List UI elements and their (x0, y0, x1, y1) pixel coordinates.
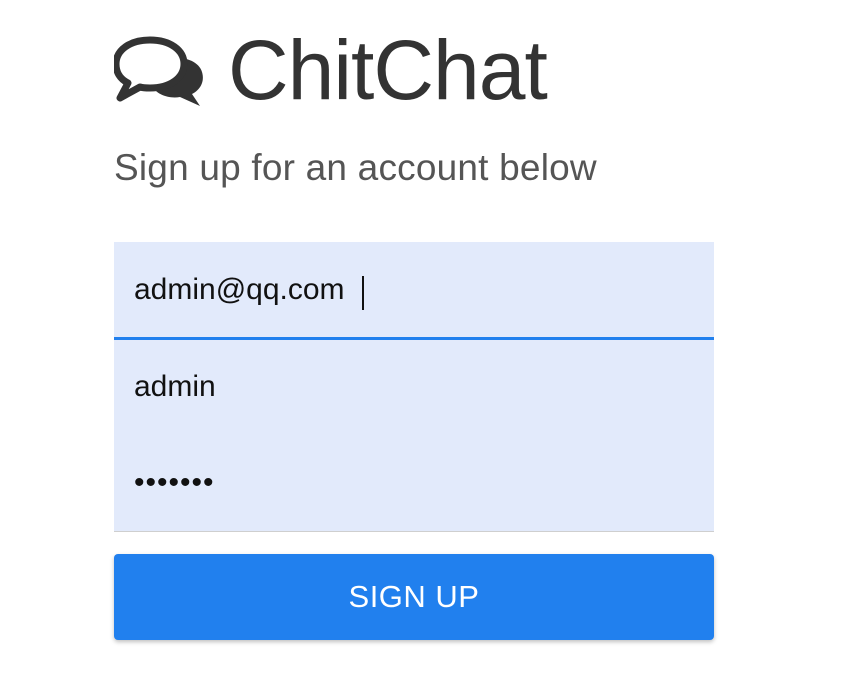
comments-icon (112, 34, 206, 106)
email-field[interactable] (114, 242, 714, 337)
signup-form (114, 242, 714, 532)
password-field-container (114, 434, 714, 532)
email-field-container (114, 242, 714, 340)
brand-header: ChitChat (112, 23, 548, 117)
username-field[interactable] (114, 340, 714, 434)
signup-button[interactable]: SIGN UP (114, 554, 714, 640)
text-caret (362, 276, 364, 310)
app-name: ChitChat (228, 23, 548, 117)
username-field-container (114, 340, 714, 434)
password-field[interactable] (114, 434, 714, 531)
page-subtitle: Sign up for an account below (114, 147, 597, 188)
